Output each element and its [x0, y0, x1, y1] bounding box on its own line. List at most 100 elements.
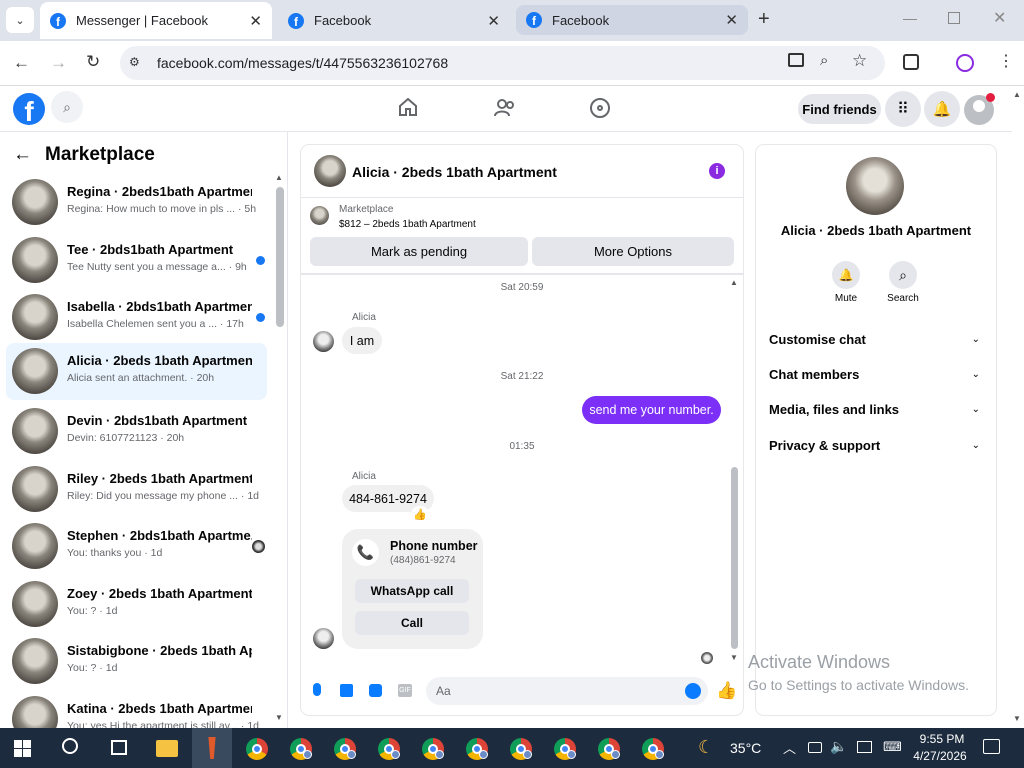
emoji-icon[interactable] — [685, 683, 701, 699]
chevron-down-icon[interactable]: ⌄ — [972, 369, 980, 380]
back-arrow-icon[interactable]: ← — [13, 144, 32, 166]
customise-chat-section[interactable]: Customise chat — [769, 332, 866, 347]
chrome-taskbar-icon[interactable] — [246, 738, 268, 760]
file-explorer-icon[interactable] — [156, 740, 178, 757]
thumbs-up-reaction[interactable]: 👍 — [411, 506, 429, 522]
mute-button[interactable]: 🔔 — [832, 261, 860, 289]
chrome-taskbar-icon[interactable] — [422, 738, 444, 760]
browser-menu-icon[interactable]: ⋮ — [998, 51, 1014, 71]
search-button[interactable]: ⌕ — [51, 91, 83, 123]
page-scroll-down-icon[interactable]: ▼ — [1013, 714, 1021, 723]
tab-facebook-1[interactable]: f Facebook ✕ — [278, 2, 510, 39]
camera-icon[interactable] — [808, 742, 822, 753]
facebook-logo[interactable]: f — [13, 93, 45, 125]
new-tab-button[interactable]: + — [758, 8, 770, 31]
chevron-down-icon[interactable]: ⌄ — [972, 334, 980, 345]
listing-title[interactable]: $812 – 2beds 1bath Apartment — [339, 219, 476, 230]
conversation-item[interactable]: Isabella · 2bds1bath Apartment Isabella C… — [6, 289, 267, 346]
scroll-up-arrow-icon[interactable]: ▲ — [730, 278, 738, 287]
conversation-item[interactable]: Alicia · 2beds 1bath Apartment Alicia sen… — [6, 343, 267, 400]
messages-scrollbar[interactable] — [731, 467, 738, 649]
tray-chevron-icon[interactable]: ︿ — [783, 738, 796, 757]
menu-button[interactable]: ⠿ — [885, 91, 921, 127]
address-bar[interactable]: ⚙ facebook.com/messages/t/44755632361027… — [120, 46, 885, 80]
gif-icon[interactable]: GIF — [398, 684, 412, 697]
network-icon[interactable] — [857, 741, 872, 753]
notification-center-icon[interactable] — [983, 739, 1000, 754]
clock-time[interactable]: 9:55 PM — [912, 732, 972, 746]
chrome-taskbar-icon[interactable] — [510, 738, 532, 760]
reload-button[interactable]: ↻ — [86, 52, 100, 72]
task-view-icon[interactable] — [111, 740, 127, 755]
media-files-links-section[interactable]: Media, files and links — [769, 402, 899, 417]
message-input[interactable]: Aa — [426, 677, 708, 705]
site-info-icon[interactable]: ⚙ — [129, 55, 140, 69]
windows-start-icon[interactable] — [14, 740, 31, 757]
tab-facebook-2[interactable]: f Facebook ✕ — [516, 5, 748, 35]
close-window-button[interactable]: ✕ — [993, 8, 1006, 28]
home-nav-icon[interactable] — [398, 97, 418, 116]
language-icon[interactable]: ⌨ — [883, 739, 902, 755]
notifications-button[interactable]: 🔔 — [924, 91, 960, 127]
photo-icon[interactable] — [340, 684, 353, 697]
list-scrollbar[interactable] — [276, 187, 284, 327]
chrome-taskbar-icon[interactable] — [290, 738, 312, 760]
search-icon[interactable] — [62, 738, 78, 754]
chevron-down-icon[interactable]: ⌄ — [972, 404, 980, 415]
forward-button[interactable]: → — [50, 53, 67, 73]
conversation-item[interactable]: Riley · 2beds 1bath Apartment Riley: Did … — [6, 461, 267, 518]
chrome-taskbar-icon[interactable] — [378, 738, 400, 760]
restore-window-button[interactable] — [948, 12, 960, 24]
scroll-up-arrow-icon[interactable]: ▲ — [275, 173, 283, 182]
whatsapp-call-button[interactable]: WhatsApp call — [355, 579, 469, 603]
extensions-icon[interactable] — [903, 54, 919, 70]
search-conversation-button[interactable]: ⌕ — [889, 261, 917, 289]
tab-messenger[interactable]: f Messenger | Facebook ✕ — [40, 2, 272, 39]
conversation-item[interactable]: Katina · 2beds 1bath Apartment You: yes H… — [6, 691, 267, 728]
mark-as-pending-button[interactable]: Mark as pending — [310, 237, 528, 266]
close-tab-icon[interactable]: ✕ — [249, 12, 262, 30]
friends-nav-icon[interactable] — [494, 98, 516, 118]
listing-thumbnail[interactable] — [310, 206, 329, 225]
chrome-taskbar-icon[interactable] — [642, 738, 664, 760]
conversation-item[interactable]: Sistabigbone · 2beds 1bath Apa... You: ? … — [6, 633, 267, 690]
sticker-icon[interactable] — [369, 684, 382, 697]
profile-icon[interactable] — [956, 54, 974, 72]
page-scroll-up-icon[interactable]: ▲ — [1013, 90, 1021, 99]
chrome-taskbar-icon[interactable] — [598, 738, 620, 760]
minimize-window-button[interactable]: — — [903, 10, 917, 26]
conversation-item[interactable]: Regina · 2beds1bath Apartment Regina: How… — [6, 174, 267, 231]
contact-avatar[interactable] — [846, 157, 904, 215]
tab-search-button[interactable]: ⌄ — [6, 7, 34, 33]
weather-icon[interactable]: ☾ — [698, 737, 714, 758]
volume-icon[interactable]: 🔈 — [830, 738, 847, 755]
close-tab-icon[interactable]: ✕ — [487, 12, 500, 30]
clock-date[interactable]: 4/27/2026 — [908, 749, 972, 763]
chrome-taskbar-icon[interactable] — [554, 738, 576, 760]
like-send-icon[interactable]: 👍 — [716, 681, 737, 701]
privacy-support-section[interactable]: Privacy & support — [769, 438, 880, 453]
chevron-down-icon[interactable]: ⌄ — [972, 440, 980, 451]
account-avatar[interactable] — [964, 93, 995, 125]
chat-header-avatar[interactable] — [314, 155, 346, 187]
conversation-item[interactable]: Stephen · 2bds1bath Apartme... You: thank… — [6, 518, 267, 575]
outgoing-message[interactable]: send me your number. — [582, 396, 721, 424]
zoom-icon[interactable]: ⌕ — [820, 52, 828, 69]
more-options-button[interactable]: More Options — [532, 237, 734, 266]
scroll-down-arrow-icon[interactable]: ▼ — [275, 713, 283, 722]
weather-temp[interactable]: 35°C — [730, 740, 761, 756]
chat-info-icon[interactable]: i — [709, 163, 725, 179]
conversation-item[interactable]: Zoey · 2beds 1bath Apartment You: ? · 1d — [6, 576, 267, 633]
back-button[interactable]: ← — [13, 53, 30, 73]
find-friends-button[interactable]: Find friends — [798, 94, 881, 124]
groups-nav-icon[interactable] — [590, 98, 610, 118]
install-app-icon[interactable] — [788, 53, 804, 67]
app-icon-active[interactable] — [192, 728, 232, 768]
chat-title[interactable]: Alicia · 2beds 1bath Apartment — [352, 164, 557, 180]
bookmark-star-icon[interactable]: ☆ — [852, 51, 867, 71]
incoming-message[interactable]: I am — [342, 327, 382, 354]
chrome-taskbar-icon[interactable] — [334, 738, 356, 760]
chrome-taskbar-icon[interactable] — [466, 738, 488, 760]
scroll-down-arrow-icon[interactable]: ▼ — [730, 653, 738, 662]
close-tab-icon[interactable]: ✕ — [725, 11, 738, 29]
